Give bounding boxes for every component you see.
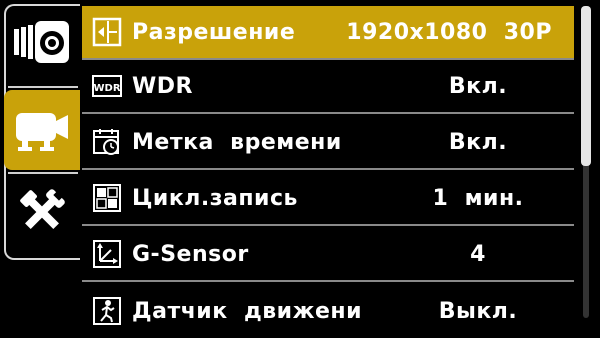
photo-camera-tab[interactable] bbox=[4, 2, 80, 82]
camera-icon bbox=[14, 21, 69, 63]
video-camera-tab[interactable] bbox=[4, 90, 80, 170]
menu-item-date-stamp[interactable]: Метка времени Вкл. bbox=[82, 116, 574, 170]
video-camera-icon bbox=[16, 113, 68, 151]
g-sensor-label: G-Sensor bbox=[132, 241, 249, 267]
wdr-value: Вкл. bbox=[448, 73, 508, 99]
g-sensor-icon bbox=[90, 237, 124, 271]
menu-item-wdr[interactable]: WDR WDR Вкл. bbox=[82, 60, 574, 114]
menu-item-g-sensor[interactable]: G-Sensor 4 bbox=[82, 228, 574, 282]
loop-record-label: Цикл.запись bbox=[132, 185, 298, 211]
scrollbar[interactable] bbox=[576, 0, 600, 324]
g-sensor-value: 4 bbox=[470, 241, 486, 267]
svg-text:WDR: WDR bbox=[93, 83, 120, 94]
tools-icon bbox=[20, 189, 65, 229]
loop-record-value: 1 мин. bbox=[432, 185, 524, 211]
settings-menu: Разрешение 1920x1080 30P WDR WDR Вкл. Ме… bbox=[82, 0, 574, 325]
wdr-icon: WDR bbox=[90, 69, 124, 103]
tab-divider bbox=[8, 86, 78, 88]
scroll-thumb[interactable] bbox=[581, 6, 591, 166]
settings-tab[interactable] bbox=[4, 172, 80, 252]
menu-item-resolution[interactable]: Разрешение 1920x1080 30P bbox=[82, 6, 574, 60]
date-stamp-label: Метка времени bbox=[132, 129, 342, 155]
resolution-icon bbox=[90, 15, 124, 49]
date-stamp-value: Вкл. bbox=[448, 129, 508, 155]
menu-item-motion-detect[interactable]: Датчик движени Выкл. bbox=[82, 284, 574, 338]
mode-tabs bbox=[0, 0, 82, 324]
resolution-value: 1920x1080 30P bbox=[346, 19, 552, 45]
menu-item-loop-record[interactable]: Цикл.запись 1 мин. bbox=[82, 172, 574, 226]
loop-record-icon bbox=[90, 181, 124, 215]
camera-menu-screen: Разрешение 1920x1080 30P WDR WDR Вкл. Ме… bbox=[0, 0, 600, 325]
motion-detect-icon bbox=[90, 294, 124, 328]
motion-detect-value: Выкл. bbox=[438, 298, 518, 324]
date-stamp-icon bbox=[90, 125, 124, 159]
wdr-label: WDR bbox=[132, 73, 193, 99]
resolution-label: Разрешение bbox=[132, 19, 296, 45]
motion-detect-label: Датчик движени bbox=[132, 298, 362, 324]
